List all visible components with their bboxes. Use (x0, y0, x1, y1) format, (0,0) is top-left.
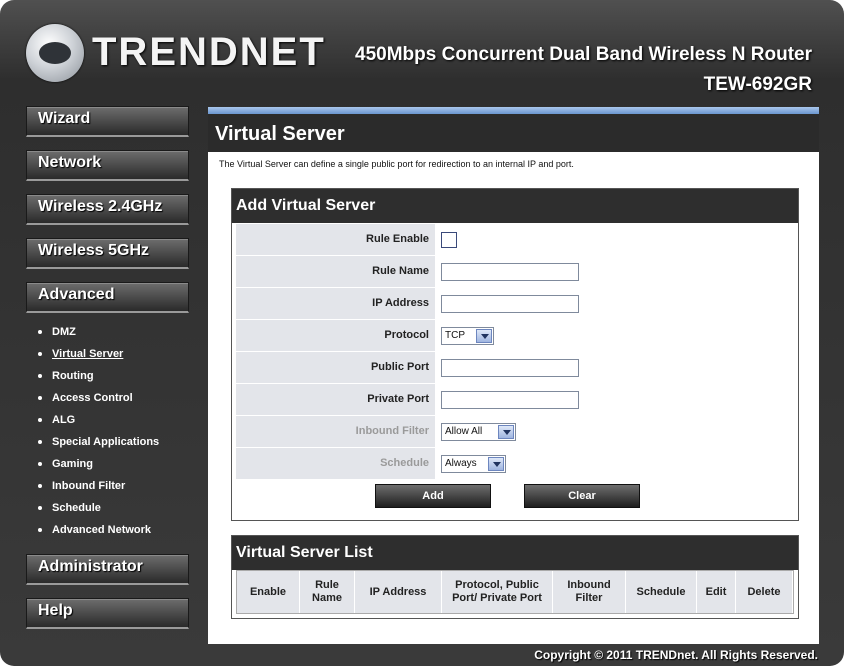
nav-administrator[interactable]: Administrator (26, 554, 189, 585)
trendnet-logo-icon (26, 24, 84, 82)
row-public-port: Public Port (236, 352, 794, 383)
nav-network[interactable]: Network (26, 150, 189, 181)
row-protocol: Protocol TCP (236, 320, 794, 351)
row-rule-enable: Rule Enable (236, 224, 794, 255)
chevron-down-icon (498, 424, 514, 439)
label-private-port: Private Port (236, 384, 435, 415)
column-protocol-ports: Protocol, Public Port/ Private Port (442, 571, 553, 613)
submenu-virtual-server[interactable]: Virtual Server (38, 346, 189, 368)
chevron-down-icon (476, 328, 492, 343)
main-content: Virtual Server The Virtual Server can de… (208, 107, 819, 644)
nav-wireless-24ghz[interactable]: Wireless 2.4GHz (26, 194, 189, 225)
ip-address-input[interactable] (441, 294, 579, 313)
product-line: 450Mbps Concurrent Dual Band Wireless N … (355, 44, 812, 65)
label-ip-address: IP Address (236, 288, 435, 319)
page-title: Virtual Server (208, 114, 819, 152)
inbound-filter-select[interactable]: Allow All (441, 422, 516, 441)
label-rule-enable: Rule Enable (236, 224, 435, 255)
column-ip-address: IP Address (355, 571, 442, 613)
logo-text: TRENDNET (92, 30, 326, 74)
rule-name-input[interactable] (441, 262, 579, 281)
copyright-footer: Copyright © 2011 TRENDnet. All Rights Re… (534, 648, 818, 662)
row-inbound-filter: Inbound Filter Allow All (236, 416, 794, 447)
main-accent-bar (208, 107, 819, 114)
label-public-port: Public Port (236, 352, 435, 383)
nav-help[interactable]: Help (26, 598, 189, 629)
row-ip-address: IP Address (236, 288, 794, 319)
submenu-alg[interactable]: ALG (38, 412, 189, 434)
clear-button[interactable]: Clear (524, 484, 640, 508)
schedule-select[interactable]: Always (441, 454, 506, 473)
submenu-access-control[interactable]: Access Control (38, 390, 189, 412)
submenu-routing[interactable]: Routing (38, 368, 189, 390)
column-schedule: Schedule (626, 571, 697, 613)
submenu-schedule[interactable]: Schedule (38, 500, 189, 522)
label-rule-name: Rule Name (236, 256, 435, 287)
advanced-submenu: DMZ Virtual Server Routing Access Contro… (26, 324, 189, 544)
product-info: 450Mbps Concurrent Dual Band Wireless N … (355, 40, 812, 100)
add-button[interactable]: Add (375, 484, 491, 508)
chevron-down-icon (488, 456, 504, 471)
protocol-select-value: TCP (445, 329, 465, 341)
column-rule-name: Rule Name (300, 571, 355, 613)
column-delete: Delete (736, 571, 792, 613)
protocol-select[interactable]: TCP (441, 326, 494, 345)
virtual-server-list-table: Enable Rule Name IP Address Protocol, Pu… (236, 570, 794, 614)
router-frame: TRENDNET 450Mbps Concurrent Dual Band Wi… (0, 0, 844, 666)
sidebar-nav: Wizard Network Wireless 2.4GHz Wireless … (26, 106, 189, 642)
row-schedule: Schedule Always (236, 448, 794, 479)
label-schedule: Schedule (236, 448, 435, 479)
submenu-gaming[interactable]: Gaming (38, 456, 189, 478)
virtual-server-list-panel: Virtual Server List Enable Rule Name IP … (231, 535, 799, 619)
page-description: The Virtual Server can define a single p… (219, 159, 574, 169)
add-virtual-server-panel: Add Virtual Server Rule Enable Rule Name… (231, 188, 799, 521)
row-rule-name: Rule Name (236, 256, 794, 287)
column-edit: Edit (697, 571, 736, 613)
submenu-advanced-network[interactable]: Advanced Network (38, 522, 189, 544)
add-virtual-server-heading: Add Virtual Server (232, 189, 798, 223)
column-enable: Enable (237, 571, 300, 613)
nav-advanced[interactable]: Advanced (26, 282, 189, 313)
private-port-input[interactable] (441, 390, 579, 409)
form-buttons: Add Clear (232, 480, 798, 520)
submenu-inbound-filter[interactable]: Inbound Filter (38, 478, 189, 500)
submenu-dmz[interactable]: DMZ (38, 324, 189, 346)
nav-wizard[interactable]: Wizard (26, 106, 189, 137)
submenu-special-applications[interactable]: Special Applications (38, 434, 189, 456)
schedule-select-value: Always (445, 457, 477, 469)
rule-enable-checkbox[interactable] (441, 231, 457, 248)
row-private-port: Private Port (236, 384, 794, 415)
label-protocol: Protocol (236, 320, 435, 351)
column-inbound-filter: Inbound Filter (553, 571, 626, 613)
virtual-server-list-heading: Virtual Server List (232, 536, 798, 570)
nav-wireless-5ghz[interactable]: Wireless 5GHz (26, 238, 189, 269)
inbound-filter-select-value: Allow All (445, 425, 483, 437)
label-inbound-filter: Inbound Filter (236, 416, 435, 447)
product-model: TEW-692GR (703, 74, 812, 95)
public-port-input[interactable] (441, 358, 579, 377)
